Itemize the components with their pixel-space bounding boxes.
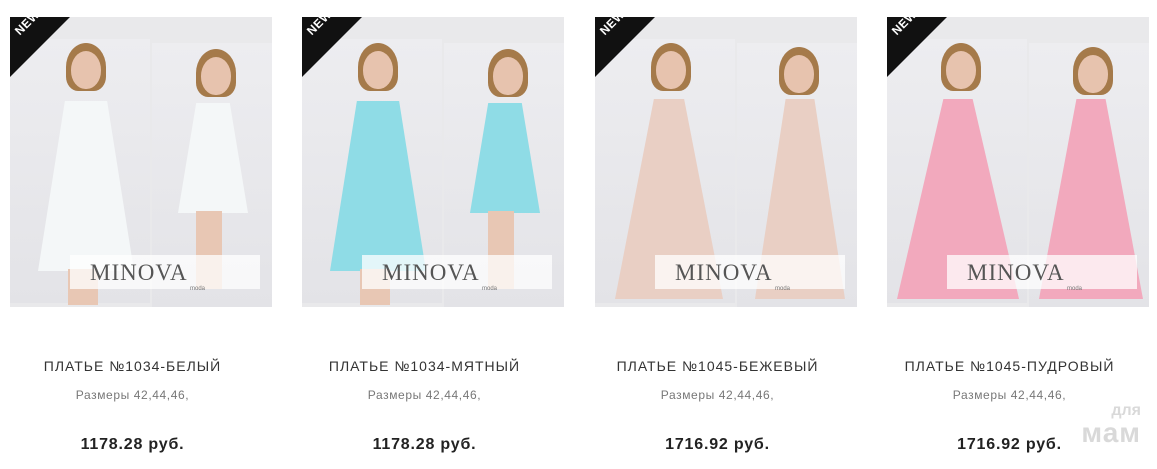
product-sizes: Размеры 42,44,46, xyxy=(660,388,775,402)
product-card[interactable]: MINOVA moda NEW ПЛАТЬЕ №1034-МЯТНЫЙ Разм… xyxy=(302,0,572,469)
product-price: 1178.28 руб. xyxy=(80,436,185,453)
product-sizes: Размеры 42,44,46, xyxy=(952,388,1067,402)
watermark-main: мам xyxy=(1081,417,1141,448)
brand-logo: MINOVA xyxy=(90,260,188,285)
product-price: 1178.28 руб. xyxy=(372,436,477,453)
site-watermark: для мам xyxy=(1051,403,1141,453)
product-card[interactable]: MINOVA moda NEW ПЛАТЬЕ №1034-БЕЛЫЙ Разме… xyxy=(10,0,280,469)
brand-logo: MINOVA xyxy=(675,260,773,285)
brand-sub: moda xyxy=(190,286,206,292)
brand-logo: MINOVA xyxy=(382,260,480,285)
dress-shape xyxy=(38,101,134,271)
product-price: 1716.92 руб. xyxy=(665,436,770,453)
product-card[interactable]: MINOVA moda NEW ПЛАТЬЕ №1045-БЕЖЕВЫЙ Раз… xyxy=(595,0,865,469)
product-grid: MINOVA moda NEW ПЛАТЬЕ №1034-БЕЛЫЙ Разме… xyxy=(0,0,1157,469)
product-card[interactable]: MINOVA moda NEW ПЛАТЬЕ №1045-ПУДРОВЫЙ Ра… xyxy=(887,0,1157,469)
product-sizes: Размеры 42,44,46, xyxy=(367,388,482,402)
brand-sub: moda xyxy=(1067,286,1083,292)
product-sizes: Размеры 42,44,46, xyxy=(75,388,190,402)
brand-logo: MINOVA xyxy=(967,260,1065,285)
product-name[interactable]: ПЛАТЬЕ №1034-МЯТНЫЙ xyxy=(302,358,547,374)
product-name[interactable]: ПЛАТЬЕ №1045-БЕЖЕВЫЙ xyxy=(595,358,840,374)
product-name[interactable]: ПЛАТЬЕ №1045-ПУДРОВЫЙ xyxy=(887,358,1132,374)
brand-sub: moda xyxy=(482,286,498,292)
product-name[interactable]: ПЛАТЬЕ №1034-БЕЛЫЙ xyxy=(10,358,255,374)
brand-sub: moda xyxy=(775,286,791,292)
